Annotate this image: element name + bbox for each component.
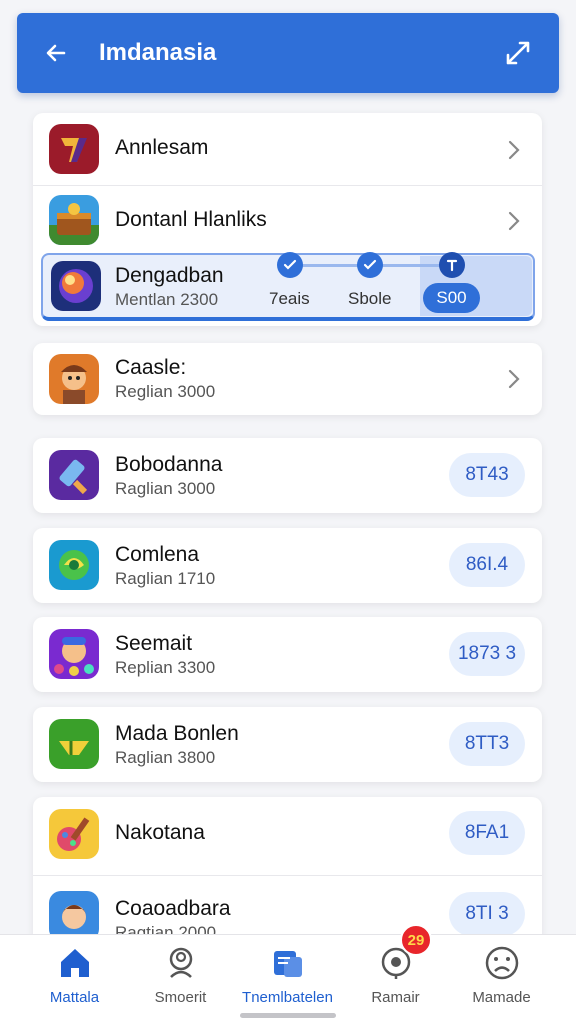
app-subtitle: Reglian 3000 [115,382,216,401]
expand-icon[interactable] [501,36,535,70]
nav-item-location[interactable]: Ramair [338,935,453,1015]
nav-label: Mattala [49,989,100,1006]
app-subtitle: Raglian 3000 [115,479,216,498]
divider [33,185,542,186]
app-name: Bobodanna [115,453,223,476]
app-group-card: Annlesam Dontanl Hlanliks Dengadban Ment… [33,113,542,326]
value-pill[interactable]: 86I.4 [449,543,525,587]
app-subtitle: Raglian 1710 [115,569,216,588]
value-pill[interactable]: 8T43 [449,453,525,497]
nav-label: Smoerit [154,989,207,1006]
app-subtitle: Raglian 3800 [115,748,216,767]
app-name: Nakotana [115,821,205,844]
step-active-pill[interactable]: S00 [423,283,480,313]
nav-item-person[interactable]: Smoerit [123,935,238,1015]
home-icon [55,943,95,983]
notification-badge: 29 [400,924,432,956]
chevron-right-icon[interactable] [506,210,522,232]
app-name: Annlesam [115,136,209,159]
app-name: Dengadban [115,264,224,287]
app-name: Dontanl Hlanliks [115,208,267,231]
app-name: Seemait [115,632,193,655]
app-name: Comlena [115,543,200,566]
divider [33,875,542,876]
step-label: Sbole [348,289,392,308]
nav-label: Ramair [371,989,420,1006]
step-complete-icon [357,252,383,278]
app-card[interactable]: Seemait Replian 3300 1873 3 [33,617,542,692]
app-name: Caasle: [115,356,187,379]
app-card[interactable]: Caasle: Reglian 3000 [33,343,542,415]
page-title: Imdanasia [99,39,217,66]
nav-label: Mamade [472,989,531,1006]
app-card[interactable]: Bobodanna Raglian 3000 8T43 [33,438,542,513]
app-icon-arrow [49,719,99,769]
app-card[interactable]: Mada Bonlen Raglian 3800 8TT3 [33,707,542,782]
app-icon-bubbles [49,629,99,679]
step-current-icon [439,252,465,278]
app-icon-hammer [49,450,99,500]
nav-item-documents[interactable]: Tnemlbatelen [230,935,345,1015]
app-icon-treasure [49,195,99,245]
step-complete-icon [277,252,303,278]
app-name: Mada Bonlen [115,722,239,745]
app-icon-orb [51,261,101,311]
value-pill[interactable]: 1873 3 [449,632,525,676]
nav-item-feedback[interactable]: Mamade [444,935,559,1015]
chevron-right-icon[interactable] [506,139,522,161]
app-subtitle: Replian 3300 [115,658,216,677]
value-pill[interactable]: 8TI 3 [449,892,525,936]
app-icon-paint [49,809,99,859]
value-pill[interactable]: 8FA1 [449,811,525,855]
app-name: Coaoadbara [115,897,231,920]
step-label: 7eais [269,289,310,308]
person-pin-icon [161,943,201,983]
app-bar: Imdanasia [17,13,559,93]
sad-face-icon [482,943,522,983]
app-card[interactable]: Comlena Raglian 1710 86I.4 [33,528,542,603]
arrow-left-icon[interactable] [41,38,71,68]
nav-item-home[interactable]: Mattala [17,935,132,1015]
app-icon-character [49,354,99,404]
document-icon [268,943,308,983]
app-subtitle: Mentlan 2300 [115,290,219,309]
home-indicator [240,1013,336,1018]
chevron-right-icon[interactable] [506,368,522,390]
bottom-navigation: Mattala Smoerit Tnemlbatelen Ramair Mama… [0,934,576,1024]
nav-label: Tnemlbatelen [242,989,333,1006]
value-pill[interactable]: 8TT3 [449,722,525,766]
app-icon-swirl [49,540,99,590]
app-icon-red [49,124,99,174]
